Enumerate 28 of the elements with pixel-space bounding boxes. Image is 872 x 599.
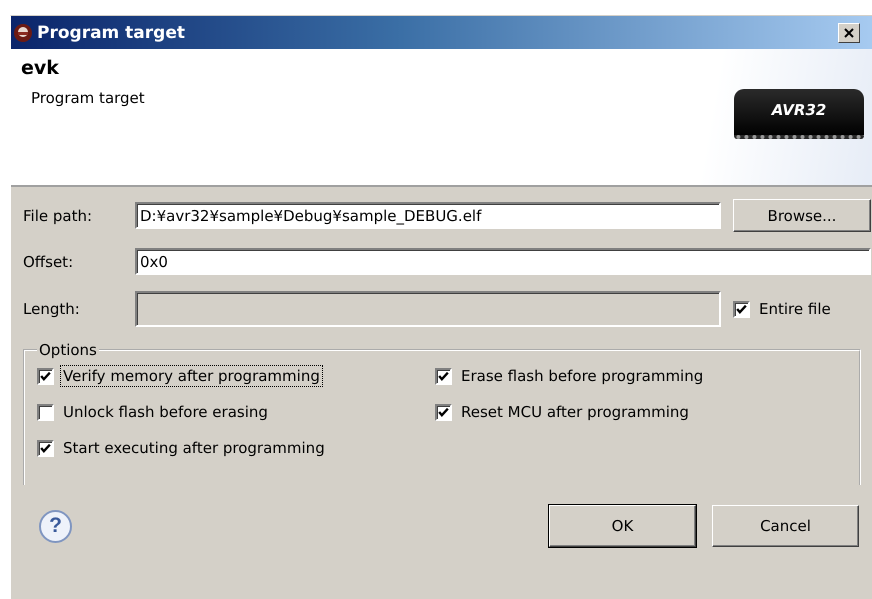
help-icon[interactable]: ? — [39, 510, 72, 542]
dialog-title: evk — [21, 57, 60, 79]
checkbox-label: Entire file — [758, 299, 832, 320]
checkbox-label: Erase flash before programming — [460, 366, 704, 387]
checkbox[interactable] — [435, 404, 452, 420]
dialog-subtitle: Program target — [30, 89, 145, 107]
window-title: Program target — [37, 22, 186, 42]
field-label: Length: — [23, 300, 81, 318]
app-icon — [13, 22, 33, 42]
field-label: File path: — [23, 206, 94, 224]
input-field[interactable]: D:¥avr32¥sample¥Debug¥sample_DEBUG.elf — [135, 202, 721, 229]
input-field[interactable]: 0x0 — [135, 248, 871, 275]
checkbox-label: Unlock flash before erasing — [62, 402, 269, 423]
browse-button[interactable]: Browse... — [733, 199, 871, 232]
group-title: Options — [38, 341, 98, 359]
checkbox-label: Start executing after programming — [62, 438, 326, 459]
checkbox-label: Verify memory after programming — [60, 365, 323, 387]
close-icon — [843, 26, 855, 38]
checkbox[interactable] — [37, 440, 54, 456]
cancel-button[interactable]: Cancel — [712, 505, 859, 547]
checkbox-label: Reset MCU after programming — [460, 402, 690, 423]
field-label: Offset: — [23, 252, 74, 270]
checkbox[interactable] — [37, 404, 54, 420]
logo-text: AVR32 — [772, 101, 826, 119]
checkbox[interactable] — [37, 368, 54, 384]
checkbox[interactable] — [435, 368, 452, 384]
ok-button[interactable]: OK — [549, 505, 696, 547]
close-button[interactable] — [838, 22, 860, 42]
